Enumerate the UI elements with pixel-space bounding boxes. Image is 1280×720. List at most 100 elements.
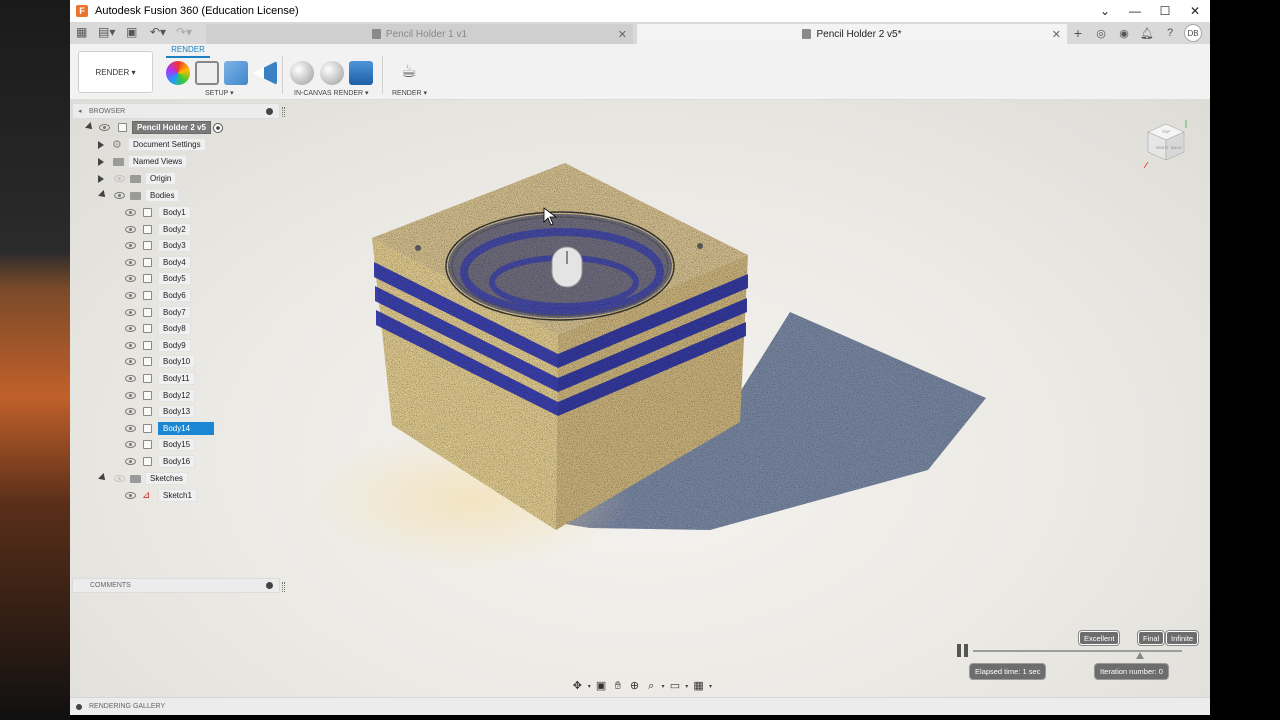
visibility-eye-icon[interactable] xyxy=(125,242,136,250)
visibility-eye-icon[interactable] xyxy=(125,275,136,283)
maximize-button[interactable]: ☐ xyxy=(1150,0,1180,21)
visibility-eye-icon[interactable] xyxy=(125,341,136,349)
quality-marker-icon[interactable] xyxy=(1136,652,1144,659)
visibility-eye-icon[interactable] xyxy=(114,175,125,182)
tree-named-views[interactable]: Named Views xyxy=(72,155,280,169)
in-canvas-settings-icon[interactable] xyxy=(320,61,344,85)
teapot-render-icon[interactable]: ☕︎ xyxy=(396,61,422,85)
tree-body-item[interactable]: Body11 xyxy=(72,372,280,386)
file-menu-icon[interactable]: ▤▾ xyxy=(98,25,115,39)
tree-body-item[interactable]: Body5 xyxy=(72,272,280,286)
job-status-icon[interactable]: ◉ xyxy=(1115,24,1133,42)
close-button[interactable]: ✕ xyxy=(1180,0,1210,21)
body-label[interactable]: Body8 xyxy=(158,322,191,336)
help-icon[interactable]: ? xyxy=(1161,24,1179,42)
minimize-button[interactable]: — xyxy=(1120,0,1150,21)
visibility-eye-icon[interactable] xyxy=(125,308,136,316)
undo-icon[interactable]: ↶▾ xyxy=(150,25,166,39)
origin-label[interactable]: Origin xyxy=(145,172,177,185)
body-label[interactable]: Body3 xyxy=(158,239,191,253)
visibility-eye-icon[interactable] xyxy=(125,441,136,449)
caret-icon[interactable]: ▾ xyxy=(685,683,688,690)
grid-menu-icon[interactable]: ▦ xyxy=(76,25,87,39)
tree-body-item[interactable]: Body1 xyxy=(72,206,280,220)
visibility-eye-icon[interactable] xyxy=(125,258,136,266)
notifications-icon[interactable]: 🔔︎ xyxy=(1138,24,1156,42)
activate-radio-icon[interactable] xyxy=(213,123,223,133)
visibility-eye-icon[interactable] xyxy=(114,192,125,199)
sketches-label[interactable]: Sketches xyxy=(145,472,188,485)
named-views-label[interactable]: Named Views xyxy=(128,155,188,168)
visibility-eye-icon[interactable] xyxy=(125,325,136,333)
quality-infinite[interactable]: Infinite xyxy=(1166,631,1199,645)
tree-body-item[interactable]: Body6 xyxy=(72,289,280,303)
tree-body-item[interactable]: Body12 xyxy=(72,388,280,403)
tab-pencil-holder-1[interactable]: Pencil Holder 1 v1 ✕ xyxy=(206,24,633,44)
body-label[interactable]: Body13 xyxy=(158,405,196,419)
body-label[interactable]: Body15 xyxy=(158,438,196,452)
body-label[interactable]: Body2 xyxy=(158,222,191,236)
pin-icon[interactable] xyxy=(266,108,273,115)
visibility-eye-icon[interactable] xyxy=(114,475,125,482)
tree-body-item[interactable]: Body4 xyxy=(72,255,280,270)
body-label[interactable]: Body7 xyxy=(158,305,191,319)
tree-body-item[interactable]: Body16 xyxy=(72,455,280,469)
body-label[interactable]: Body1 xyxy=(158,206,191,219)
tree-body-item[interactable]: Body8 xyxy=(72,322,280,336)
in-canvas-group-label[interactable]: IN-CANVAS RENDER ▾ xyxy=(294,89,369,97)
body-label[interactable]: Body6 xyxy=(158,289,191,302)
body-label[interactable]: Body4 xyxy=(158,255,191,269)
visibility-eye-icon[interactable] xyxy=(125,492,136,499)
close-tab-icon[interactable]: ✕ xyxy=(1052,28,1061,41)
tree-document-settings[interactable]: ⚙︎ Document Settings xyxy=(72,138,280,152)
caret-icon[interactable]: ▾ xyxy=(588,683,591,690)
tab-render[interactable]: RENDER xyxy=(166,45,210,58)
zoom-icon[interactable]: ⊕ xyxy=(628,680,641,693)
render-group-label[interactable]: RENDER ▾ xyxy=(392,89,427,97)
rendering-gallery-bar[interactable]: RENDERING GALLERY xyxy=(70,697,1210,715)
body-label[interactable]: Body9 xyxy=(158,338,191,352)
expand-icon[interactable] xyxy=(98,141,104,149)
pin-icon[interactable] xyxy=(76,703,82,710)
body-label[interactable]: Body10 xyxy=(158,355,196,369)
visibility-eye-icon[interactable] xyxy=(125,375,136,382)
browser-header[interactable]: ◂ BROWSER xyxy=(72,103,285,119)
body-label[interactable]: Body16 xyxy=(158,455,196,468)
expand-icon[interactable] xyxy=(98,473,108,483)
tree-bodies[interactable]: Bodies xyxy=(72,189,280,203)
decal-icon[interactable] xyxy=(253,61,277,85)
visibility-eye-icon[interactable] xyxy=(125,358,136,366)
body-label[interactable]: Body14 xyxy=(158,421,214,435)
pan-icon[interactable]: ✋︎ xyxy=(611,680,624,693)
tree-body-item[interactable]: Body14 xyxy=(72,421,280,436)
visibility-eye-icon[interactable] xyxy=(125,209,136,216)
tree-sketch1[interactable]: ⊿ Sketch1 xyxy=(72,489,280,503)
tree-body-item[interactable]: Body15 xyxy=(72,438,280,452)
setup-group-label[interactable]: SETUP ▾ xyxy=(205,89,234,97)
workspace-switcher[interactable]: RENDER ▾ xyxy=(78,51,153,93)
fit-icon[interactable]: ⌕ xyxy=(645,680,658,693)
pause-icon[interactable] xyxy=(957,644,968,657)
help-menu-icon[interactable]: ⌄ xyxy=(1090,0,1120,21)
body-label[interactable]: Body12 xyxy=(158,388,196,402)
panel-grip-icon[interactable] xyxy=(282,582,285,592)
comments-panel[interactable]: COMMENTS xyxy=(72,578,285,593)
grid-settings-icon[interactable]: ▦ xyxy=(692,680,705,693)
sketch-label[interactable]: Sketch1 xyxy=(158,489,197,502)
caret-icon[interactable]: ▾ xyxy=(662,683,665,690)
visibility-eye-icon[interactable] xyxy=(125,292,136,299)
visibility-eye-icon[interactable] xyxy=(125,391,136,399)
tree-origin[interactable]: Origin xyxy=(72,172,280,186)
tree-body-item[interactable]: Body3 xyxy=(72,239,280,253)
tree-body-item[interactable]: Body9 xyxy=(72,338,280,353)
scene-settings-icon[interactable] xyxy=(195,61,219,85)
tree-root[interactable]: Pencil Holder 2 v5 xyxy=(72,121,280,135)
document-settings-label[interactable]: Document Settings xyxy=(128,138,206,151)
tree-body-item[interactable]: Body10 xyxy=(72,355,280,369)
caret-icon[interactable]: ▾ xyxy=(709,683,712,690)
root-label[interactable]: Pencil Holder 2 v5 xyxy=(132,121,211,134)
texture-map-icon[interactable] xyxy=(224,61,248,85)
close-tab-icon[interactable]: ✕ xyxy=(618,28,627,41)
visibility-eye-icon[interactable] xyxy=(125,408,136,416)
panel-grip-icon[interactable] xyxy=(282,107,285,117)
